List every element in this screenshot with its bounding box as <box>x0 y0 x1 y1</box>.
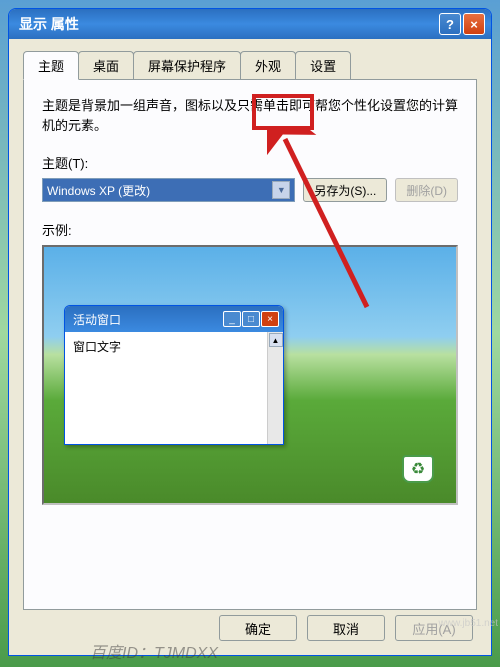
window-title: 显示 属性 <box>15 14 439 34</box>
delete-button: 删除(D) <box>395 178 458 202</box>
preview-window-buttons: _ □ × <box>223 311 279 327</box>
help-button[interactable]: ? <box>439 13 461 35</box>
cancel-button[interactable]: 取消 <box>307 615 385 641</box>
tab-desktop[interactable]: 桌面 <box>78 51 134 79</box>
preview-window-body: 窗口文字 ▲ <box>65 332 283 444</box>
theme-preview: 活动窗口 _ □ × 窗口文字 ▲ ♻ <box>42 245 458 505</box>
recycle-bin-icon: ♻ <box>402 455 438 491</box>
close-button[interactable]: × <box>463 13 485 35</box>
tab-theme[interactable]: 主题 <box>23 51 79 80</box>
tab-screensaver[interactable]: 屏幕保护程序 <box>133 51 241 79</box>
scroll-up-icon: ▲ <box>269 333 283 347</box>
theme-dropdown-label: 主题(T): <box>42 153 458 172</box>
tab-appearance[interactable]: 外观 <box>240 51 296 79</box>
tab-settings[interactable]: 设置 <box>295 51 351 79</box>
preview-active-window: 活动窗口 _ □ × 窗口文字 ▲ <box>64 305 284 445</box>
theme-dropdown[interactable]: Windows XP (更改) ▼ <box>42 178 295 202</box>
preview-label: 示例: <box>42 220 458 239</box>
watermark-right: www.jb51.net <box>439 618 498 629</box>
save-as-button[interactable]: 另存为(S)... <box>303 178 387 202</box>
dialog-body: 主题 桌面 屏幕保护程序 外观 设置 主题是背景加一组声音，图标以及只需单击即可… <box>9 39 491 655</box>
ok-button[interactable]: 确定 <box>219 615 297 641</box>
close-icon: × <box>261 311 279 327</box>
maximize-icon: □ <box>242 311 260 327</box>
theme-description: 主题是背景加一组声音，图标以及只需单击即可帮您个性化设置您的计算机的元素。 <box>42 96 458 135</box>
preview-window-title: 活动窗口 <box>69 311 223 328</box>
theme-dropdown-value: Windows XP (更改) <box>47 182 150 199</box>
scrollbar-icon: ▲ <box>267 332 283 444</box>
dialog-action-buttons: 确定 取消 应用(A) <box>219 615 473 641</box>
tab-strip: 主题 桌面 屏幕保护程序 外观 设置 <box>23 51 477 80</box>
annotation-highlight <box>252 94 314 130</box>
minimize-icon: _ <box>223 311 241 327</box>
watermark-left: 百度ID：TJMDXX <box>90 639 218 663</box>
titlebar[interactable]: 显示 属性 ? × <box>9 9 491 39</box>
chevron-down-icon: ▼ <box>272 181 290 199</box>
tab-panel-theme: 主题是背景加一组声音，图标以及只需单击即可帮您个性化设置您的计算机的元素。 主题… <box>23 80 477 610</box>
preview-titlebar: 活动窗口 _ □ × <box>65 306 283 332</box>
preview-body-text: 窗口文字 <box>73 340 121 354</box>
theme-row: Windows XP (更改) ▼ 另存为(S)... 删除(D) <box>42 178 458 202</box>
titlebar-buttons: ? × <box>439 13 485 35</box>
display-properties-dialog: 显示 属性 ? × 主题 桌面 屏幕保护程序 外观 设置 主题是背景加一组声音，… <box>8 8 492 656</box>
